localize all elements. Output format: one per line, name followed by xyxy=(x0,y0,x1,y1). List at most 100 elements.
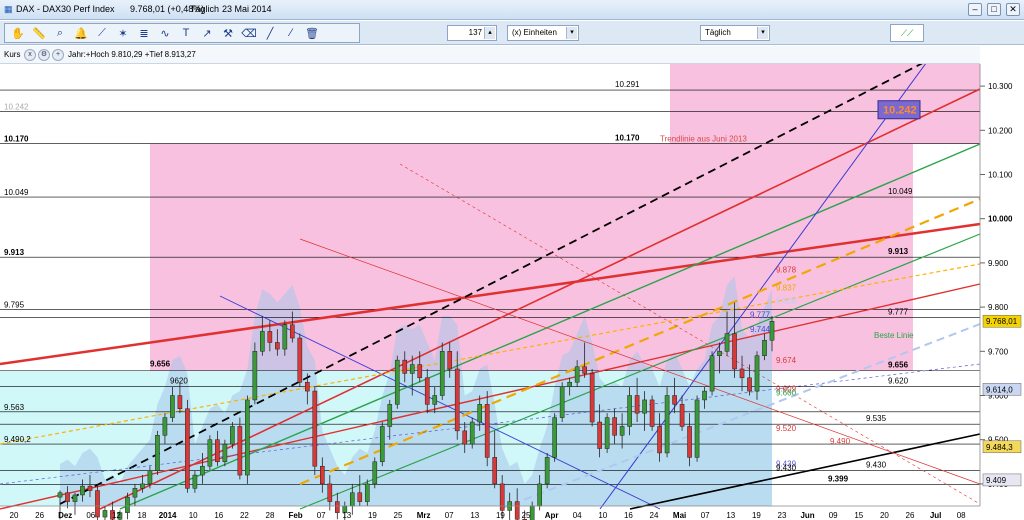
candle-body xyxy=(409,364,415,374)
level-label-left: 9.490,2 xyxy=(4,435,31,444)
level-label-left: 10.170 xyxy=(4,135,29,144)
candle-body xyxy=(597,421,602,449)
candle-body xyxy=(80,485,85,496)
candle-body xyxy=(514,501,520,520)
x-tick-label: Feb xyxy=(288,511,302,520)
x-tick-label: 12 xyxy=(112,511,121,520)
candle-body xyxy=(574,366,580,383)
eraser-icon[interactable]: ⌫ xyxy=(240,25,258,41)
wave-icon[interactable]: ∿ xyxy=(156,25,174,41)
period-select-value: Täglich xyxy=(705,28,731,37)
candle-body xyxy=(484,404,490,458)
period-select[interactable]: Täglich ▾ xyxy=(700,25,770,41)
remove-icon[interactable]: x xyxy=(24,49,36,61)
candle-body xyxy=(462,430,468,445)
candle-body xyxy=(544,457,550,485)
candle-body xyxy=(469,421,475,445)
chart-annotation: Trendlinie aus Juni 2013 xyxy=(660,134,747,143)
arrow-icon[interactable]: ↗ xyxy=(198,25,216,41)
candle-body xyxy=(87,485,93,491)
line-2-icon[interactable]: ⁄ xyxy=(282,25,300,41)
level-label-right: 9.913 xyxy=(888,247,909,256)
y-tick-label: 10.300 xyxy=(988,82,1013,91)
chart-annotation: 9.837 xyxy=(776,284,797,293)
gann-icon[interactable]: ✶ xyxy=(114,25,132,41)
x-tick-label: 06 xyxy=(86,511,95,520)
price-chart[interactable]: 10.291 10.242 10.170 10.170 10.049 10.049 9.91… xyxy=(0,64,1024,520)
candle-body xyxy=(267,331,273,343)
chart-annotation: 9.674 xyxy=(776,356,797,365)
candle-body xyxy=(290,324,295,339)
minimize-icon[interactable]: – xyxy=(968,3,982,16)
candle-body xyxy=(709,355,715,392)
y-tick-label: 9.800 xyxy=(988,303,1009,312)
y-tick-label: 10.000 xyxy=(988,215,1013,224)
candle-body xyxy=(762,340,767,356)
candle-body xyxy=(732,333,737,370)
units-label: (x) Einheiten xyxy=(512,28,557,37)
candle-body xyxy=(185,408,190,489)
x-tick-label: 13 xyxy=(342,511,351,520)
candle-body xyxy=(702,390,707,401)
candle-body xyxy=(612,417,617,436)
candle-body xyxy=(417,364,423,379)
tools-icon[interactable]: ⚒ xyxy=(219,25,237,41)
x-tick-label: 16 xyxy=(214,511,223,520)
line-icon[interactable]: ╱ xyxy=(261,25,279,41)
hand-icon[interactable]: ✋ xyxy=(9,25,27,41)
candle-body xyxy=(297,337,303,383)
candle-body xyxy=(305,381,310,392)
candle-body xyxy=(177,395,183,410)
spinner-icon[interactable]: ▴ xyxy=(484,27,495,39)
units-select[interactable]: (x) Einheiten ▾ xyxy=(507,25,579,41)
candle-body xyxy=(717,351,722,356)
pink-zone-upper xyxy=(670,64,980,144)
candle-body xyxy=(619,426,625,436)
candle-body xyxy=(140,483,145,489)
candle-body xyxy=(499,483,505,511)
candle-body xyxy=(394,359,400,405)
candle-body xyxy=(529,505,535,520)
close-icon[interactable]: ✕ xyxy=(1006,3,1020,16)
candle-body xyxy=(102,510,108,518)
x-tick-label: 25 xyxy=(522,511,531,520)
bell-icon[interactable]: 🔔 xyxy=(72,25,90,41)
x-tick-label: 09 xyxy=(829,511,838,520)
window-titlebar: ▦ DAX - DAX30 Perf Index 9.768,01 (+0,48… xyxy=(0,0,1024,20)
tool-group: ✋ 📏 ⌕ 🔔 ⟋ ✶ ≣ ∿ T ↗ ⚒ ⌫ ╱ ⁄ 🗑 xyxy=(4,23,360,43)
maximize-icon[interactable]: □ xyxy=(987,3,1001,16)
candle-body xyxy=(739,368,745,379)
ruler-icon[interactable]: 📏 xyxy=(30,25,48,41)
x-tick-label: 16 xyxy=(624,511,633,520)
x-tick-label: 22 xyxy=(240,511,249,520)
x-tick-label: Jul xyxy=(930,511,942,520)
chevron-down-icon[interactable]: ▾ xyxy=(566,27,577,39)
trash-icon[interactable]: 🗑 xyxy=(303,25,321,41)
candle-body xyxy=(724,333,730,352)
candle-body xyxy=(604,417,610,449)
candle-body xyxy=(439,351,445,396)
candle-body xyxy=(687,426,692,458)
price-tag-label: 9.484,3 xyxy=(986,443,1013,452)
kurs-label: Kurs xyxy=(4,50,21,59)
settings-icon[interactable]: ⚙ xyxy=(38,49,50,61)
candle-body xyxy=(132,488,138,498)
price-tag-label: 9.614,0 xyxy=(986,385,1013,394)
chevron-down-icon[interactable]: ▾ xyxy=(757,27,768,39)
text-icon[interactable]: T xyxy=(177,25,195,41)
candle-body xyxy=(275,342,280,350)
x-tick-label: 20 xyxy=(880,511,889,520)
x-tick-label: 10 xyxy=(189,511,198,520)
x-tick-label: 19 xyxy=(496,511,505,520)
chart-annotation: 9.777 xyxy=(750,310,771,319)
indicator-icon[interactable]: ⟋⟋ xyxy=(890,24,924,42)
x-tick-label: 20 xyxy=(10,511,19,520)
x-tick-label: 15 xyxy=(854,511,863,520)
candle-body xyxy=(192,474,198,489)
zoom-icon[interactable]: + xyxy=(52,49,64,61)
fibonacci-icon[interactable]: ≣ xyxy=(135,25,153,41)
trend-channel-icon[interactable]: ⟋ xyxy=(93,25,111,41)
candle-body xyxy=(95,490,100,518)
bars-count-input[interactable]: 137 ▴ xyxy=(447,25,497,41)
zoom-icon[interactable]: ⌕ xyxy=(51,25,69,41)
